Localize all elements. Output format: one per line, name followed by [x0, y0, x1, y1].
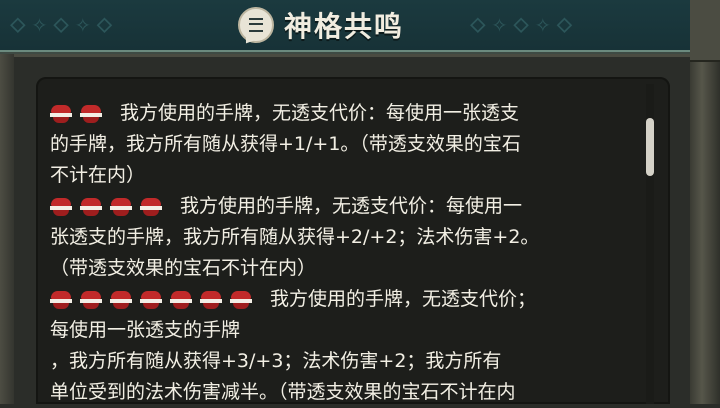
tier-3-line-1: 我方使用的手牌，无透支代价；: [50, 284, 640, 315]
tier-3-text-1: 我方使用的手牌，无透支代价；: [270, 288, 537, 310]
tier-1-text-1: 我方使用的手牌，无透支代价：每使用一张透支: [120, 102, 520, 124]
tier-3-line-2: 每使用一张透支的手牌: [50, 315, 640, 346]
gem-icon: [50, 104, 72, 123]
chat-bubble-icon: [238, 7, 274, 43]
tier-3-gems: [50, 290, 252, 309]
gem-icon: [230, 290, 252, 309]
gem-icon: [200, 290, 222, 309]
gem-icon: [140, 290, 162, 309]
right-panel-cap: [690, 0, 720, 62]
gem-icon: [170, 290, 192, 309]
gem-icon: [140, 197, 162, 216]
page-title: 神格共鸣: [284, 10, 405, 43]
tier-3-text-2: 每使用一张透支的手牌: [50, 319, 241, 341]
gem-icon: [50, 197, 72, 216]
tier-description-list: 我方使用的手牌，无透支代价：每使用一张透支 的手牌，我方所有随从获得+1/+1。…: [50, 98, 640, 408]
title-group: 神格共鸣: [238, 2, 404, 48]
gem-icon: [80, 290, 102, 309]
gem-icon: [110, 290, 132, 309]
tier-2-line-3: （带透支效果的宝石不计在内）: [50, 253, 640, 284]
banner-ornament-right: ◇✧◇✧◇: [470, 9, 579, 39]
scrollbar-thumb[interactable]: [646, 118, 654, 176]
gem-icon: [110, 197, 132, 216]
tier-1-text-2: 的手牌，我方所有随从获得+1/+1。（带透支效果的宝石: [50, 133, 521, 155]
tier-2-text-1: 我方使用的手牌，无透支代价：每使用一: [180, 195, 523, 217]
tier-2-line-2: 张透支的手牌，我方所有随从获得+2/+2；法术伤害+2。: [50, 222, 640, 253]
banner-ornament-left: ◇✧◇✧◇: [10, 9, 119, 39]
tier-2-line-1: 我方使用的手牌，无透支代价：每使用一: [50, 191, 640, 222]
tier-3-line-3: ，我方所有随从获得+3/+3；法术伤害+2；我方所有: [50, 346, 640, 377]
tier-3-line-4: 单位受到的法术伤害减半。（带透支效果的宝石不计在内: [50, 377, 640, 408]
panel-left-border: [0, 54, 14, 404]
tier-1-line-2: 的手牌，我方所有随从获得+1/+1。（带透支效果的宝石: [50, 129, 640, 160]
tier-2-gems: [50, 197, 162, 216]
header-banner: ◇✧◇✧◇ ◇✧◇✧◇ 神格共鸣: [0, 0, 690, 52]
tier-1-gems: [50, 104, 102, 123]
tier-2-text-3: （带透支效果的宝石不计在内）: [50, 257, 317, 279]
tier-1-line-3: 不计在内）: [50, 160, 640, 191]
tier-1-text-3: 不计在内）: [50, 164, 146, 186]
gem-icon: [80, 197, 102, 216]
tier-1-line-1: 我方使用的手牌，无透支代价：每使用一张透支: [50, 98, 640, 129]
gem-icon: [50, 290, 72, 309]
tier-3-text-4: 单位受到的法术伤害减半。（带透支效果的宝石不计在内: [50, 381, 516, 403]
gem-icon: [80, 104, 102, 123]
tier-3-text-3: ，我方所有随从获得+3/+3；法术伤害+2；我方所有: [50, 350, 502, 372]
tier-2-text-2: 张透支的手牌，我方所有随从获得+2/+2；法术伤害+2。: [50, 226, 540, 248]
